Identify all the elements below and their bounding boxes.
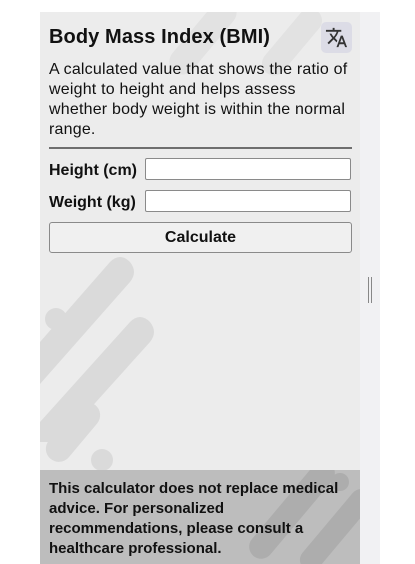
translate-button[interactable] (321, 22, 352, 53)
weight-input[interactable] (145, 190, 351, 212)
bmi-calculator-panel: Body Mass Index (BMI) A calculated value… (40, 12, 360, 564)
translate-icon (325, 27, 348, 48)
height-label: Height (cm) (49, 162, 137, 179)
page-title: Body Mass Index (BMI) (49, 26, 271, 48)
calculate-button[interactable]: Calculate (49, 222, 352, 253)
section-divider (49, 147, 352, 149)
bmi-description: A calculated value that shows the ratio … (49, 61, 348, 138)
height-input[interactable] (145, 158, 351, 180)
disclaimer-box: This calculator does not replace medical… (40, 470, 360, 564)
resize-handle[interactable] (368, 277, 373, 303)
disclaimer-text: This calculator does not replace medical… (49, 480, 339, 557)
weight-label: Weight (kg) (49, 194, 136, 211)
